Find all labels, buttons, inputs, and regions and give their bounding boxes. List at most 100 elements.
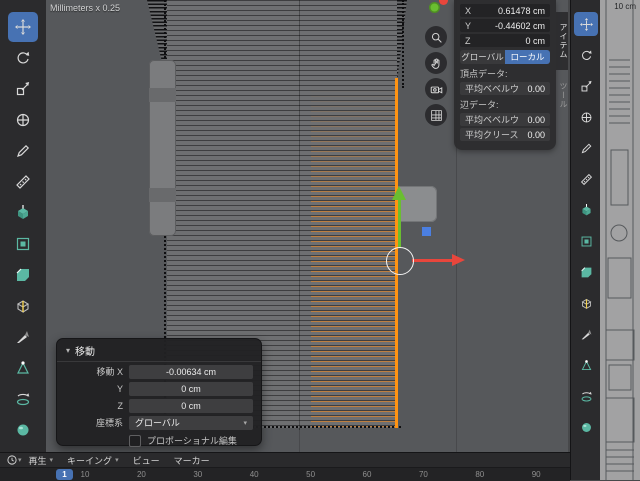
transform-y-field[interactable]: Y -0.44602 cm bbox=[460, 19, 550, 32]
nav-camera-button[interactable] bbox=[425, 78, 447, 100]
right-tool-bevel[interactable] bbox=[574, 260, 598, 284]
right-tool-spin[interactable] bbox=[574, 384, 598, 408]
timeline-menu-view[interactable]: ビュー bbox=[126, 454, 167, 467]
rotate-icon bbox=[15, 50, 31, 66]
tool-annotate[interactable] bbox=[8, 136, 38, 166]
operator-panel-move: ▾ 移動 移動 X -0.00634 cm Y 0 cm Z 0 cm 座標系 グローバル… bbox=[56, 338, 262, 447]
frame-tick: 20 bbox=[136, 470, 146, 479]
right-tool-scale[interactable] bbox=[574, 74, 598, 98]
right-tool-extrude[interactable] bbox=[574, 198, 598, 222]
transform-z-field[interactable]: Z0 cm bbox=[460, 34, 550, 47]
vertex-mean-bevel-weight-field[interactable]: 平均ベベルウ 0.00 bbox=[460, 82, 550, 95]
current-frame-badge[interactable]: 1 bbox=[56, 469, 73, 480]
zoom-icon bbox=[430, 31, 443, 44]
tool-extrude[interactable] bbox=[8, 198, 38, 228]
side-object[interactable] bbox=[149, 60, 176, 236]
knife-icon bbox=[15, 329, 31, 345]
orientation-local-button[interactable]: ローカル bbox=[505, 50, 550, 64]
smooth-icon bbox=[580, 421, 593, 434]
orientation-dropdown[interactable]: グローバル ▾ bbox=[129, 415, 253, 430]
chevron-down-icon: ▾ bbox=[49, 457, 54, 464]
transform-icon bbox=[580, 111, 593, 124]
move-icon bbox=[579, 17, 593, 31]
timeline-ruler[interactable]: 1 10 20 30 40 50 60 70 80 90 bbox=[0, 467, 570, 481]
extrude-icon bbox=[580, 203, 593, 217]
right-tool-measure[interactable] bbox=[574, 167, 598, 191]
scale-icon bbox=[15, 81, 31, 97]
operator-move-x-field[interactable]: -0.00634 cm bbox=[129, 364, 253, 379]
orientation-value: グローバル bbox=[135, 418, 180, 428]
mesh-right-silhouette bbox=[402, 0, 404, 88]
timeline-menu-keying[interactable]: キーイング ▾ bbox=[60, 454, 126, 467]
nav-pan-button[interactable] bbox=[425, 52, 447, 74]
spin-icon bbox=[580, 390, 593, 403]
extrude-icon bbox=[15, 205, 31, 221]
right-toolbar bbox=[570, 0, 601, 480]
right-tool-inset[interactable] bbox=[574, 229, 598, 253]
right-tool-move[interactable] bbox=[574, 12, 598, 36]
measure-icon bbox=[580, 173, 593, 186]
nav-gizmo-green-axis[interactable] bbox=[429, 2, 440, 13]
nav-zoom-button[interactable] bbox=[425, 26, 447, 48]
units-scale-label: Millimeters x 0.25 bbox=[50, 3, 121, 13]
poly-build-icon bbox=[15, 360, 31, 376]
tool-spin[interactable] bbox=[8, 384, 38, 414]
orientation-global-button[interactable]: グローバル bbox=[460, 50, 505, 64]
tool-inset[interactable] bbox=[8, 229, 38, 259]
frame-tick: 80 bbox=[475, 470, 485, 479]
operator-move-z-field[interactable]: 0 cm bbox=[129, 398, 253, 413]
blueprint-scale-label: 10 cm bbox=[614, 2, 636, 11]
gizmo-free-move-circle[interactable] bbox=[386, 247, 414, 275]
reference-viewport[interactable]: 10 cm bbox=[600, 0, 640, 480]
tool-poly-build[interactable] bbox=[8, 353, 38, 383]
frame-tick: 40 bbox=[249, 470, 259, 479]
n-panel-tab-item[interactable]: アイテム bbox=[556, 12, 568, 70]
tool-move[interactable] bbox=[8, 12, 38, 42]
nav-gizmo-red-axis[interactable] bbox=[439, 0, 448, 5]
nav-grid-button[interactable] bbox=[425, 104, 447, 126]
vertex-data-label: 頂点データ: bbox=[460, 69, 508, 79]
right-tool-knife[interactable] bbox=[574, 322, 598, 346]
right-tool-loop-cut[interactable] bbox=[574, 291, 598, 315]
editor-type-button[interactable] bbox=[6, 454, 18, 466]
right-tool-poly-build[interactable] bbox=[574, 353, 598, 377]
transform-rows: X 0.61478 cm Y -0.44602 cm Z 0 cm bbox=[460, 4, 550, 47]
right-tool-transform[interactable] bbox=[574, 105, 598, 129]
tool-rotate[interactable] bbox=[8, 43, 38, 73]
scale-icon bbox=[580, 80, 593, 93]
gizmo-x-axis-line bbox=[412, 259, 452, 262]
mesh-center-line bbox=[299, 0, 300, 430]
right-tool-smooth[interactable] bbox=[574, 415, 598, 439]
chevron-down-icon: ▾ bbox=[243, 419, 247, 427]
annotate-icon bbox=[15, 143, 31, 159]
right-tool-rotate[interactable] bbox=[574, 43, 598, 67]
camera-icon bbox=[430, 83, 443, 96]
timeline-menu-play[interactable]: 再生 ▾ bbox=[22, 454, 61, 467]
edge-mean-bevel-weight-field[interactable]: 平均ベベルウ 0.00 bbox=[460, 113, 550, 126]
operator-panel-header[interactable]: ▾ 移動 bbox=[57, 339, 261, 362]
n-panel-tab-tool[interactable]: ツール bbox=[556, 74, 568, 116]
tool-scale[interactable] bbox=[8, 74, 38, 104]
gizmo-x-axis-handle[interactable] bbox=[452, 254, 465, 266]
operator-move-y-field[interactable]: 0 cm bbox=[129, 381, 253, 396]
tool-smooth[interactable] bbox=[8, 415, 38, 445]
gizmo-plane-handle[interactable] bbox=[422, 227, 431, 236]
proportional-edit-checkbox[interactable] bbox=[129, 434, 141, 447]
pan-icon bbox=[430, 57, 443, 70]
loop-cut-icon bbox=[15, 298, 31, 314]
gizmo-y-axis-handle[interactable] bbox=[392, 186, 406, 200]
transform-x-field[interactable]: X 0.61478 cm bbox=[460, 4, 550, 17]
edge-mean-crease-field[interactable]: 平均クリース 0.00 bbox=[460, 128, 550, 141]
timeline-menu-marker[interactable]: マーカー bbox=[167, 454, 217, 467]
tool-loop-cut[interactable] bbox=[8, 291, 38, 321]
tool-knife[interactable] bbox=[8, 322, 38, 352]
grid-icon bbox=[430, 109, 443, 122]
spin-icon bbox=[15, 391, 31, 407]
rotate-icon bbox=[580, 49, 593, 62]
tool-bevel[interactable] bbox=[8, 260, 38, 290]
tool-measure[interactable] bbox=[8, 167, 38, 197]
timeline-editor: ▾ 再生 ▾ キーイング ▾ ビュー マーカー 1 10 20 30 40 50 60 70 80 90 bbox=[0, 452, 570, 481]
right-tool-annotate[interactable] bbox=[574, 136, 598, 160]
tool-transform[interactable] bbox=[8, 105, 38, 135]
left-toolbar bbox=[0, 0, 47, 452]
